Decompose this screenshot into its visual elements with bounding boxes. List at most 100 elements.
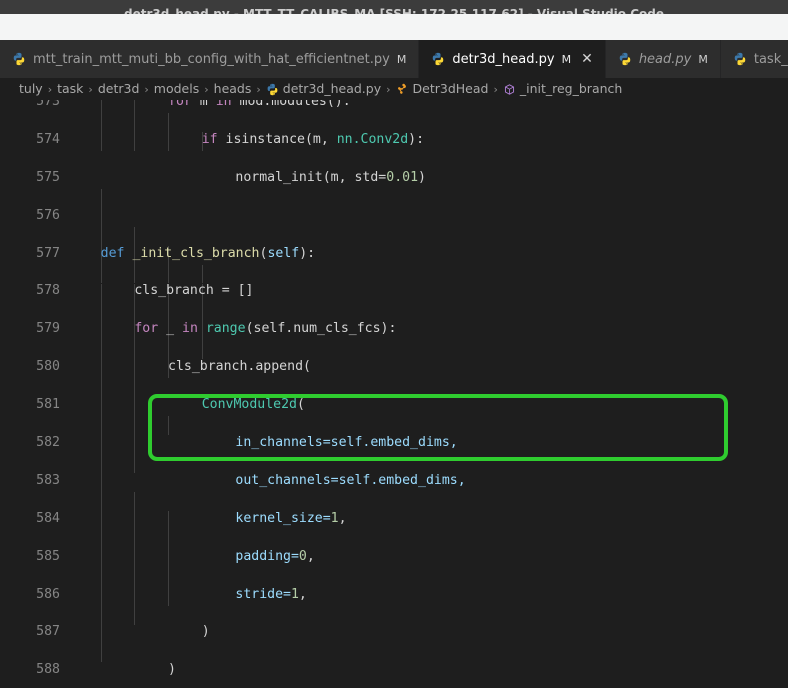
code-token: 0 <box>298 548 307 564</box>
code-token: isinstance(m, <box>217 131 337 147</box>
code-line[interactable]: 583 out_channels=self.embed_dims, <box>0 472 788 491</box>
line-number: 574 <box>36 131 60 147</box>
breadcrumb-item-detr3dhead[interactable]: Detr3dHead <box>396 82 488 96</box>
code-token: for <box>134 321 159 337</box>
code-line[interactable]: 580 cls_branch.append( <box>0 358 788 377</box>
code-line[interactable]: 578 cls_branch = [] <box>0 282 788 301</box>
code-token: (self.num_cls_fcs): <box>245 321 397 337</box>
code-line-text: cls_branch.append( <box>168 358 311 377</box>
code-token: ) <box>418 169 426 185</box>
code-token: if <box>201 131 218 147</box>
breadcrumb-separator: › <box>204 82 209 96</box>
breadcrumb-item-tuly[interactable]: tuly <box>19 82 43 96</box>
python-icon <box>12 52 26 66</box>
code-token: out_channels=self.embed_dims, <box>235 472 466 488</box>
code-token: 1 <box>330 510 339 526</box>
editor-tab-task-conf[interactable]: task_conf <box>720 40 788 78</box>
editor-tab-bar: mtt_train_mtt_muti_bb_config_with_hat_ef… <box>0 40 788 78</box>
code-line-text: def _init_cls_branch(self): <box>101 245 315 264</box>
code-token: self <box>267 245 300 261</box>
tab-label: detr3d_head.py <box>452 51 555 67</box>
breadcrumb: tuly › task › detr3d › models › heads › detr3d_hea… <box>0 78 788 100</box>
code-line-text: in_channels=self.embed_dims, <box>235 434 457 453</box>
line-number: 583 <box>36 472 60 488</box>
code-token: in_channels=self.embed_dims, <box>235 434 458 450</box>
code-line[interactable]: 576 <box>0 207 788 226</box>
line-number: 587 <box>36 624 60 640</box>
breadcrumb-item-detr3d[interactable]: detr3d <box>98 82 140 96</box>
breadcrumb-item--init-reg-branch[interactable]: _init_reg_branch <box>503 82 622 96</box>
tab-label: head.py <box>638 51 692 67</box>
code-token: ) <box>201 624 210 640</box>
editor-tab-detr3d-head-py[interactable]: detr3d_head.py M ✕ <box>419 40 606 78</box>
code-lines: 573 for m in mod.modules(): 574 if isinstan… <box>0 100 788 680</box>
editor-tab-mtt-train-mtt-muti-bb-config-with-hat-efficientnet-py[interactable]: mtt_train_mtt_muti_bb_config_with_hat_ef… <box>0 40 420 78</box>
code-line[interactable]: 587) <box>0 623 788 642</box>
breadcrumb-item-task[interactable]: task <box>57 82 83 96</box>
code-line[interactable]: 584 kernel_size=1, <box>0 510 788 529</box>
code-token: _ <box>158 321 183 337</box>
breadcrumb-item-models[interactable]: models <box>153 80 200 96</box>
code-line[interactable]: 581 ConvModule2d( <box>0 396 788 415</box>
code-editor[interactable]: 573 for m in mod.modules(): 574 if isinstan… <box>0 100 788 688</box>
code-token: def <box>100 245 125 261</box>
breadcrumb-item-heads[interactable]: heads <box>213 80 252 96</box>
code-line-text: kernel_size=1, <box>235 510 346 529</box>
code-line-text: if isinstance(m, nn.Conv2d): <box>202 131 424 150</box>
breadcrumb-separator: › <box>47 82 53 96</box>
line-number: 573 <box>36 100 60 109</box>
breadcrumb-separator: › <box>144 82 149 96</box>
line-number: 577 <box>36 245 60 261</box>
code-line[interactable]: 574 if isinstance(m, nn.Conv2d): <box>0 131 788 150</box>
code-token: stride= <box>235 586 291 602</box>
breadcrumb-separator: › <box>386 82 391 96</box>
line-number: 578 <box>36 283 60 299</box>
code-token: range <box>205 321 246 337</box>
code-line-text: ) <box>168 661 176 680</box>
breadcrumb-label: models <box>153 80 200 96</box>
breadcrumb-label: heads <box>213 80 252 96</box>
code-line[interactable]: 573 for m in mod.modules(): <box>0 100 788 112</box>
breadcrumb-separator: › <box>256 82 261 96</box>
code-line[interactable]: 575 normal_init(m, std=0.01) <box>0 169 788 188</box>
code-line-text: out_channels=self.embed_dims, <box>235 472 465 491</box>
code-line-text: for m in mod.modules(): <box>168 100 351 112</box>
line-number: 581 <box>36 397 60 413</box>
close-icon[interactable]: ✕ <box>581 52 593 66</box>
code-line-text: ) <box>202 623 210 642</box>
python-icon <box>266 83 279 96</box>
code-line[interactable]: 585 padding=0, <box>0 548 788 567</box>
toolbar-band <box>0 14 788 40</box>
code-line[interactable]: 577 def _init_cls_branch(self): <box>0 245 788 264</box>
code-token: padding= <box>235 548 299 564</box>
code-line[interactable]: 588) <box>0 661 788 680</box>
breadcrumb-separator: › <box>493 82 498 96</box>
code-line[interactable]: 582 in_channels=self.embed_dims, <box>0 434 788 453</box>
python-icon <box>733 52 747 66</box>
code-token: kernel_size= <box>235 510 331 526</box>
line-number: 586 <box>36 586 60 602</box>
code-token: ( <box>297 397 305 413</box>
breadcrumb-item-detr3d-head-py[interactable]: detr3d_head.py <box>266 82 381 96</box>
code-token: in <box>215 100 232 109</box>
tab-modified-badge: M <box>396 52 407 66</box>
code-token: nn.Conv2d <box>336 131 409 147</box>
code-line[interactable]: 579 for _ in range(self.num_cls_fcs): <box>0 320 788 339</box>
editor-tab-head-py[interactable]: head.py M <box>605 40 721 78</box>
window-title: detr3d_head.py - MTT_TT_CALIBS_MA [SSH: … <box>124 7 664 14</box>
method-symbol-icon <box>503 83 516 96</box>
code-token: ConvModule2d <box>201 397 297 413</box>
python-icon <box>431 52 445 66</box>
line-number: 588 <box>36 662 60 678</box>
code-line[interactable]: 586 stride=1, <box>0 586 788 605</box>
code-token: , <box>298 586 307 602</box>
code-token: ): <box>299 245 316 261</box>
code-token: in <box>182 321 198 337</box>
code-line-text: normal_init(m, std=0.01) <box>235 169 426 188</box>
code-line-text: for _ in range(self.num_cls_fcs): <box>134 320 396 339</box>
line-number: 585 <box>36 548 60 564</box>
code-line-text: padding=0, <box>235 548 314 567</box>
python-icon <box>618 52 632 66</box>
code-line-text: stride=1, <box>235 586 306 605</box>
